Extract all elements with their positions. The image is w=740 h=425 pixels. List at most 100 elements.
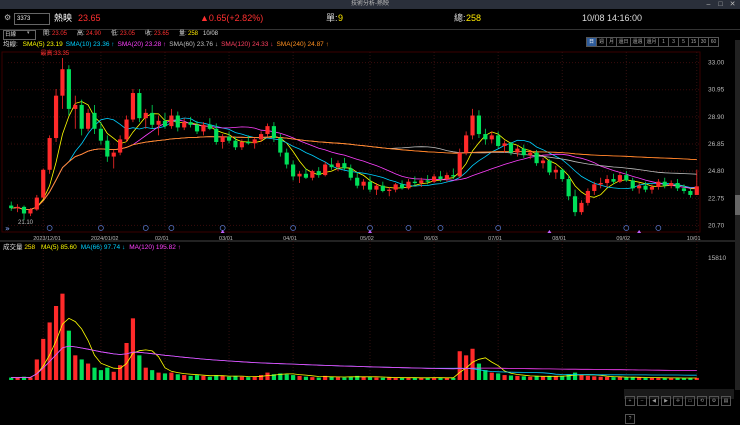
volume-bar bbox=[572, 372, 578, 380]
volume-bar bbox=[457, 351, 462, 380]
candle-body bbox=[496, 135, 501, 146]
candle-body bbox=[226, 136, 232, 141]
volume-bar bbox=[579, 375, 584, 380]
candle-body bbox=[310, 171, 315, 178]
candle-body bbox=[284, 152, 289, 165]
volume-bar bbox=[380, 377, 385, 380]
candle-body bbox=[457, 152, 462, 177]
candle-body bbox=[675, 183, 680, 189]
candle-body bbox=[278, 138, 283, 153]
candle-body bbox=[41, 169, 46, 198]
candle-body bbox=[15, 206, 20, 209]
candle-body bbox=[419, 180, 424, 184]
candle-body bbox=[105, 140, 110, 157]
candle-body bbox=[669, 183, 674, 186]
candle-body bbox=[617, 175, 622, 182]
candle-body bbox=[399, 184, 405, 189]
candle-body bbox=[643, 185, 648, 190]
x-tick-label: 2024/01/02 bbox=[91, 236, 119, 242]
candle-body bbox=[534, 152, 539, 164]
scrollbar-thumb[interactable] bbox=[735, 195, 740, 215]
volume-bar bbox=[284, 374, 289, 380]
scroll-left-icon[interactable]: » bbox=[5, 224, 10, 233]
volume-bar bbox=[150, 370, 155, 380]
candle-body bbox=[547, 160, 552, 173]
volume-bar bbox=[98, 370, 103, 380]
candle-body bbox=[79, 104, 84, 129]
candle-body bbox=[130, 93, 136, 120]
candle-body bbox=[259, 134, 264, 140]
min-price-annotation: 21.10 bbox=[18, 220, 34, 226]
volume-bar bbox=[201, 375, 206, 380]
candle-body bbox=[637, 185, 642, 189]
help-icon[interactable]: ? bbox=[625, 414, 635, 424]
volume-bar bbox=[470, 348, 475, 380]
print-icon[interactable]: ▤ bbox=[721, 396, 731, 406]
candle-body bbox=[323, 164, 328, 176]
y-tick-label: 22.75 bbox=[708, 195, 725, 202]
candle-body bbox=[560, 169, 565, 180]
candle-body bbox=[451, 175, 456, 177]
price-chart[interactable]: 33.00 30.95 28.90 26.85 24.80 22.75 20.70 15810… bbox=[0, 0, 740, 401]
candle-body bbox=[73, 104, 78, 109]
move-right-icon[interactable]: ▶ bbox=[661, 396, 671, 406]
candle-body bbox=[348, 168, 353, 178]
candle-body bbox=[393, 184, 398, 190]
volume-bar bbox=[585, 375, 590, 380]
volume-bar bbox=[15, 377, 20, 380]
reset-icon[interactable]: ⟲ bbox=[697, 396, 707, 406]
candle-body bbox=[592, 184, 597, 191]
zoom-out-icon[interactable]: – bbox=[637, 396, 647, 406]
crosshair-icon[interactable]: ✛ bbox=[673, 396, 683, 406]
candle-body bbox=[521, 148, 526, 156]
event-marker-icon bbox=[437, 225, 444, 231]
volume-bar bbox=[86, 363, 91, 380]
volume-bar bbox=[669, 378, 674, 380]
volume-bar bbox=[393, 377, 398, 380]
candle-body bbox=[476, 115, 482, 135]
volume-bar bbox=[66, 330, 71, 380]
volume-bar bbox=[73, 355, 78, 380]
volume-bar bbox=[297, 375, 302, 380]
candle-body bbox=[425, 180, 430, 182]
candle-body bbox=[387, 189, 392, 191]
volume-bar bbox=[387, 377, 392, 380]
candle-body bbox=[611, 179, 616, 182]
candle-body bbox=[444, 175, 449, 180]
volume-bar bbox=[553, 376, 558, 380]
volume-bar bbox=[143, 367, 148, 380]
volume-bar bbox=[598, 376, 603, 380]
vertical-scrollbar[interactable] bbox=[735, 40, 740, 390]
volume-bar bbox=[515, 375, 520, 380]
max-price-annotation: 最高:33.35 bbox=[40, 49, 69, 57]
volume-bar bbox=[105, 367, 110, 380]
volume-bar bbox=[489, 372, 494, 380]
volume-bar bbox=[617, 377, 622, 380]
x-tick-label: 08/01 bbox=[552, 236, 566, 242]
volume-bar bbox=[643, 377, 648, 380]
settings-icon[interactable]: ⚙ bbox=[709, 396, 719, 406]
candle-body bbox=[380, 185, 385, 191]
candle-body bbox=[201, 124, 206, 132]
volume-bar bbox=[605, 376, 610, 380]
candle-body bbox=[47, 138, 52, 170]
move-left-icon[interactable]: ◀ bbox=[649, 396, 659, 406]
volume-bar bbox=[624, 377, 629, 380]
zoom-in-icon[interactable]: + bbox=[625, 396, 635, 406]
event-marker-icon bbox=[168, 225, 175, 231]
volume-bar bbox=[649, 377, 655, 380]
candle-body bbox=[92, 112, 97, 129]
candle-body bbox=[214, 128, 219, 142]
volume-bar bbox=[637, 377, 642, 380]
candle-body bbox=[329, 164, 334, 168]
candle-body bbox=[118, 139, 123, 153]
y-tick-label: 30.95 bbox=[708, 87, 725, 94]
candle-body bbox=[579, 202, 584, 213]
volume-bar bbox=[246, 377, 251, 380]
candle-body bbox=[464, 135, 469, 153]
candle-body bbox=[207, 124, 212, 129]
volume-bar bbox=[540, 376, 546, 380]
candle-body bbox=[86, 112, 91, 129]
event-marker-icon bbox=[142, 225, 149, 231]
ruler-icon[interactable]: ▭ bbox=[685, 396, 695, 406]
